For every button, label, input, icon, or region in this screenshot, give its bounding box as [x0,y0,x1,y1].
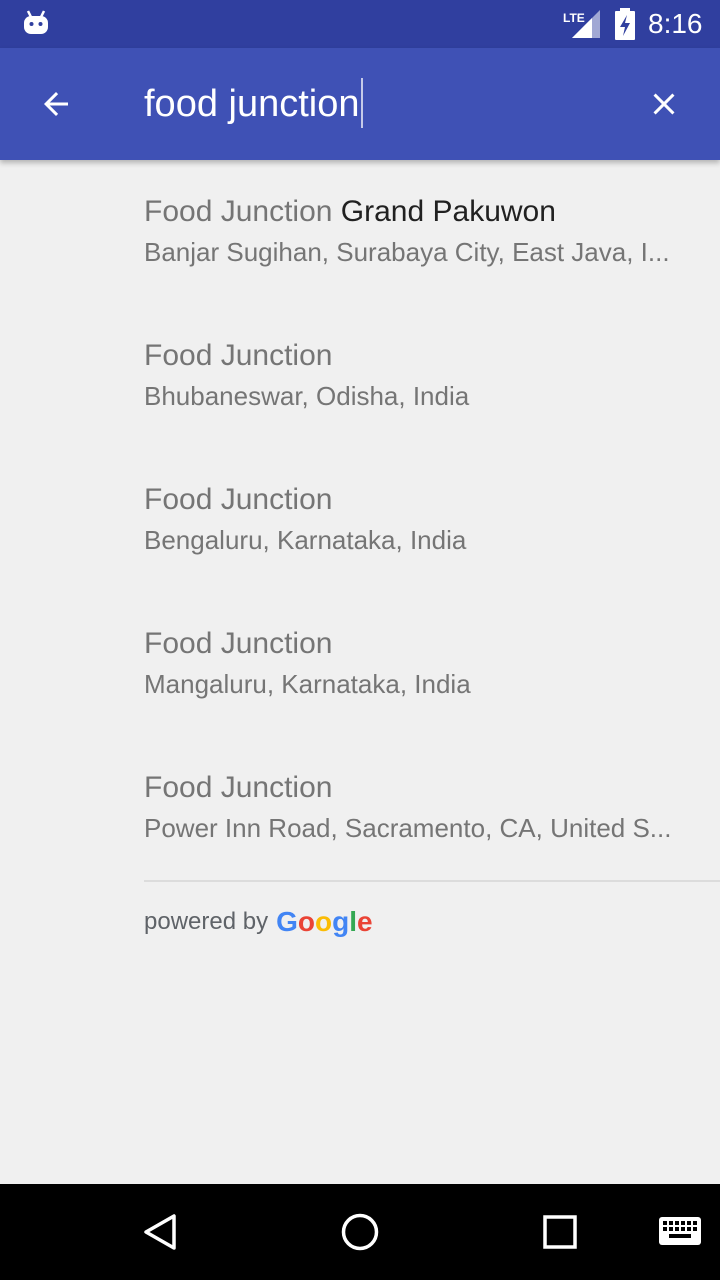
result-item[interactable]: Food Junction Grand Pakuwon Banjar Sugih… [0,160,720,304]
square-recents-icon [543,1215,577,1249]
search-input[interactable]: food junction [144,77,363,130]
result-title: Food Junction Grand Pakuwon [144,195,556,228]
autocomplete-results: Food Junction Grand Pakuwon Banjar Sugih… [0,160,720,880]
result-address: Power Inn Road, Sacramento, CA, United S… [144,813,672,843]
powered-by-label: powered by [144,908,269,935]
close-icon [653,93,675,115]
result-title: Food Junction [144,627,333,660]
result-title: Food Junction [144,483,333,516]
circle-home-icon [341,1213,379,1251]
keyboard-icon [659,1217,701,1245]
google-logo: Google [276,906,373,937]
nav-back-button[interactable] [136,1208,184,1256]
system-nav-bar [0,1184,720,1280]
result-title: Food Junction [144,771,333,804]
status-bar: LTE 8:16 [0,0,720,48]
result-address: Bengaluru, Karnataka, India [144,525,467,555]
search-app-bar: food junction [0,48,720,160]
result-address: Banjar Sugihan, Surabaya City, East Java… [144,237,670,267]
nav-recents-button[interactable] [536,1208,584,1256]
clear-search-button[interactable] [632,80,696,128]
result-item[interactable]: Food Junction Bengaluru, Karnataka, Indi… [0,448,720,592]
result-title: Food Junction [144,339,333,372]
result-address: Mangaluru, Karnataka, India [144,669,471,699]
back-button[interactable] [24,80,88,128]
powered-by-google: powered by Google [144,904,373,940]
status-time: 8:16 [648,8,703,39]
result-item[interactable]: Food Junction Power Inn Road, Sacramento… [0,736,720,880]
svg-text:LTE: LTE [563,11,585,25]
result-address: Bhubaneswar, Odisha, India [144,381,470,411]
lte-signal-icon: LTE [563,10,600,38]
text-cursor [360,77,363,128]
result-item[interactable]: Food Junction Mangaluru, Karnataka, Indi… [0,592,720,736]
nav-home-button[interactable] [336,1208,384,1256]
battery-charging-icon [615,8,635,40]
search-query: food junction [144,83,360,125]
keyboard-switch-button[interactable] [656,1208,704,1256]
results-divider [144,880,720,882]
triangle-back-icon [144,1214,176,1250]
arrow-back-icon [44,92,68,116]
result-item[interactable]: Food Junction Bhubaneswar, Odisha, India [0,304,720,448]
android-debug-icon [24,10,48,34]
